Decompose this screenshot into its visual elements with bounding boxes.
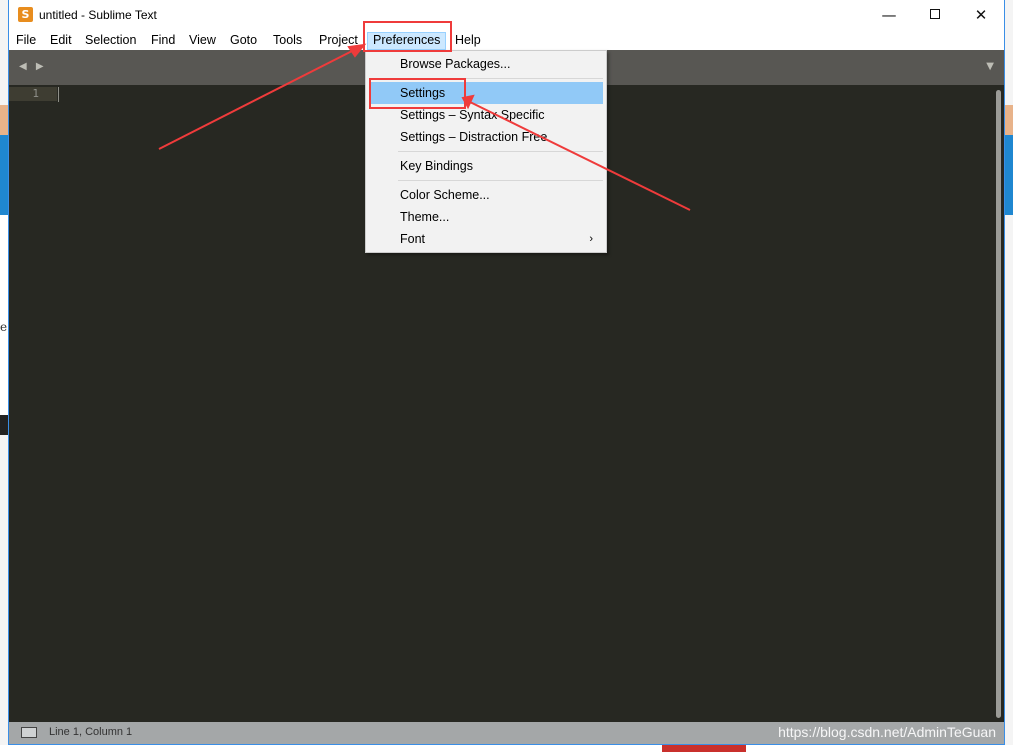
menu-bar: File Edit Selection Find View Goto Tools… [9, 30, 1004, 50]
cursor-position: Line 1, Column 1 [49, 726, 133, 738]
title-bar[interactable]: untitled - Sublime Text — ✕ [9, 0, 1004, 30]
window-title: untitled - Sublime Text [39, 8, 157, 22]
background-page-text: e [0, 320, 8, 334]
watermark: https://blog.csdn.net/AdminTeGuan [778, 724, 996, 740]
background-page-strip [1005, 105, 1013, 135]
menu-find[interactable]: Find [146, 32, 180, 50]
tab-dropdown-icon[interactable]: ▼ [986, 61, 994, 72]
menu-goto[interactable]: Goto [225, 32, 262, 50]
menu-item-font-label: Font [400, 232, 426, 246]
menu-project[interactable]: Project [314, 32, 363, 50]
menu-item-font[interactable]: Font › [369, 228, 603, 250]
annotation-box-settings [369, 78, 466, 109]
tab-nav-arrows-icon[interactable]: ◀ ▶ [19, 61, 47, 72]
close-button[interactable]: ✕ [958, 0, 1004, 30]
background-page-button [662, 745, 746, 752]
menu-view[interactable]: View [184, 32, 221, 50]
menu-help[interactable]: Help [450, 32, 486, 50]
background-page-strip [1005, 135, 1013, 215]
menu-selection[interactable]: Selection [80, 32, 141, 50]
background-page-strip [0, 745, 1013, 752]
sublime-text-icon [18, 7, 33, 22]
line-number: 1 [32, 87, 39, 100]
panel-toggle-icon[interactable] [21, 727, 37, 738]
vertical-scrollbar[interactable] [996, 90, 1001, 718]
minimize-button[interactable]: — [866, 0, 912, 30]
menu-item-key-bindings[interactable]: Key Bindings [369, 155, 603, 177]
maximize-icon [930, 9, 940, 19]
menu-item-browse-packages[interactable]: Browse Packages... [369, 53, 603, 75]
text-cursor [58, 87, 59, 102]
line-gutter: 1 [9, 85, 57, 722]
annotation-box-preferences [363, 21, 452, 52]
submenu-arrow-icon: › [589, 233, 593, 245]
menu-item-theme[interactable]: Theme... [369, 206, 603, 228]
menu-separator [398, 180, 603, 181]
status-bar: Line 1, Column 1 https://blog.csdn.net/A… [9, 722, 1004, 744]
maximize-button[interactable] [912, 0, 958, 30]
menu-separator [398, 151, 603, 152]
menu-item-settings-distraction-free[interactable]: Settings – Distraction Free [369, 126, 603, 148]
menu-file[interactable]: File [11, 32, 41, 50]
menu-edit[interactable]: Edit [45, 32, 77, 50]
menu-item-color-scheme[interactable]: Color Scheme... [369, 184, 603, 206]
menu-tools[interactable]: Tools [268, 32, 307, 50]
